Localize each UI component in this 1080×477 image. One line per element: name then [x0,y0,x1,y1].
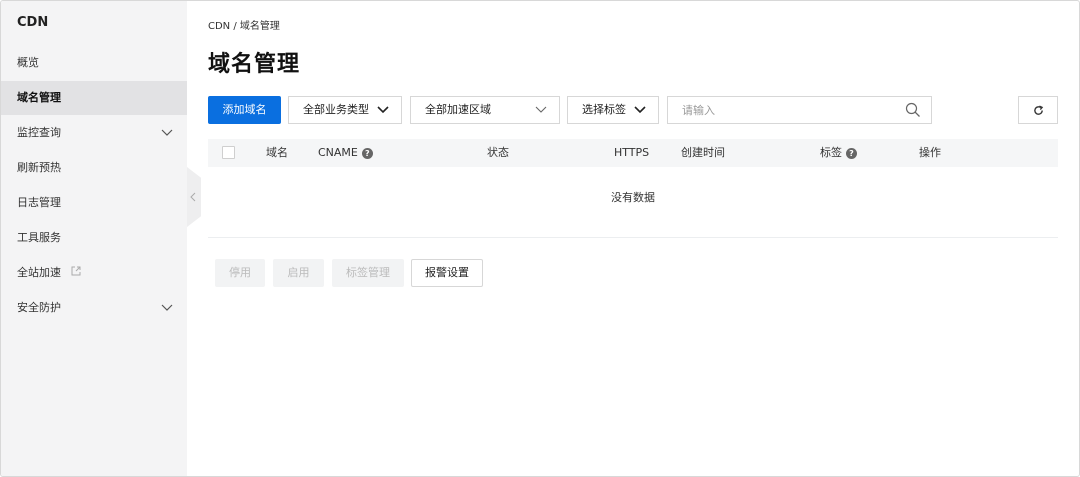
column-header-label: CNAME [318,146,358,159]
sidebar-item-label: 日志管理 [17,196,61,209]
tag-manage-button[interactable]: 标签管理 [332,259,404,287]
sidebar-item-security[interactable]: 安全防护 [1,291,187,325]
chevron-down-icon [161,116,173,150]
external-link-icon [71,256,81,290]
tag-select-dropdown[interactable]: 选择标签 [567,96,659,124]
table-header: 域名 CNAME? 状态 HTTPS 创建时间 标签? 操作 [208,139,1058,167]
search-icon[interactable] [905,102,921,118]
chevron-down-icon [161,291,173,325]
sidebar-item-overview[interactable]: 概览 [1,46,187,80]
column-header-domain: 域名 [266,146,288,159]
search-box [667,96,932,124]
sidebar-item-label: 概览 [17,56,39,69]
sidebar-item-full-site-acceleration[interactable]: 全站加速 [1,256,187,290]
enable-button[interactable]: 启用 [273,259,324,287]
region-dropdown[interactable]: 全部加速区域 [410,96,560,124]
breadcrumb: CDN / 域名管理 [208,21,280,32]
chevron-down-icon [377,106,389,114]
help-icon[interactable]: ? [846,147,857,159]
app-frame: CDN 概览 域名管理 监控查询 刷新预热 日志管理 工具服务 全站加速 安全防… [0,0,1080,477]
column-header-https: HTTPS [614,146,650,159]
search-input[interactable] [682,97,882,123]
sidebar-item-label: 监控查询 [17,126,61,139]
dropdown-label: 全部加速区域 [425,103,491,116]
table-divider [208,237,1058,238]
column-header-label: 标签 [820,146,842,159]
empty-table-message: 没有数据 [611,191,655,204]
sidebar-title: CDN [17,15,49,30]
business-type-dropdown[interactable]: 全部业务类型 [288,96,402,124]
sidebar: CDN 概览 域名管理 监控查询 刷新预热 日志管理 工具服务 全站加速 安全防… [1,1,187,476]
sidebar-item-logs[interactable]: 日志管理 [1,186,187,220]
chevron-left-icon [190,192,196,202]
sidebar-item-monitoring[interactable]: 监控查询 [1,116,187,150]
sidebar-item-label: 工具服务 [17,231,61,244]
disable-button[interactable]: 停用 [215,259,265,287]
column-header-actions: 操作 [919,146,941,159]
column-header-status: 状态 [487,146,509,159]
sidebar-item-label: 域名管理 [17,91,61,104]
chevron-down-icon [634,106,646,114]
column-header-tags: 标签? [820,139,857,167]
dropdown-label: 选择标签 [582,103,626,116]
sidebar-item-label: 全站加速 [17,266,61,279]
refresh-button[interactable] [1018,96,1058,124]
sidebar-collapse-handle[interactable] [187,167,201,227]
add-domain-button[interactable]: 添加域名 [208,96,281,124]
sidebar-item-tools[interactable]: 工具服务 [1,221,187,255]
sidebar-item-label: 安全防护 [17,301,61,314]
page-title: 域名管理 [208,52,301,77]
refresh-icon [1034,105,1044,115]
sidebar-item-label: 刷新预热 [17,161,61,174]
alarm-settings-button[interactable]: 报警设置 [411,259,483,287]
chevron-down-icon [535,106,547,113]
column-header-cname: CNAME? [318,139,373,167]
sidebar-item-domain-management[interactable]: 域名管理 [1,81,187,115]
select-all-checkbox[interactable] [222,146,235,159]
dropdown-label: 全部业务类型 [303,103,369,116]
help-icon[interactable]: ? [361,147,373,159]
sidebar-item-refresh-preload[interactable]: 刷新预热 [1,151,187,185]
column-header-created-time: 创建时间 [681,146,725,159]
